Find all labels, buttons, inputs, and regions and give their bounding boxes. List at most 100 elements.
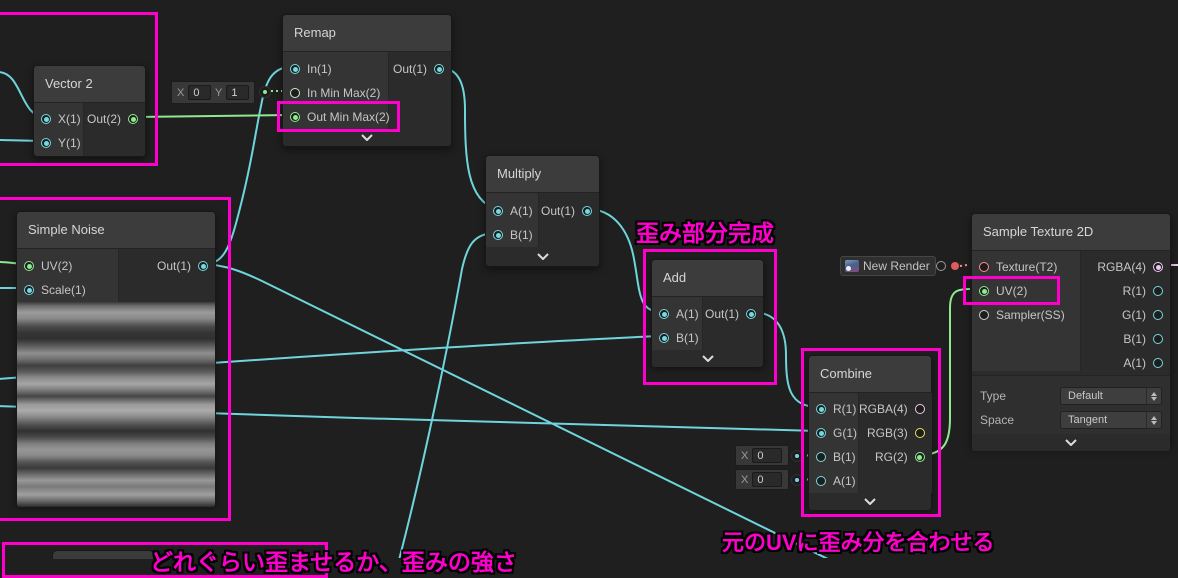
port-multiply-a[interactable] [493,206,503,216]
port-label: Y(1) [58,136,81,150]
port-sample-rgba[interactable] [1153,262,1163,272]
node-multiply-title[interactable]: Multiply [486,156,599,193]
texture-thumbnail-icon [845,260,859,272]
port-remap-in[interactable] [290,64,300,74]
x-value-field[interactable]: 0 [752,472,783,487]
collapse-chevron-icon[interactable] [486,247,599,266]
port-combine-rgba[interactable] [914,404,925,414]
texture-object-field[interactable]: New Render [840,256,936,276]
port-vector2-out[interactable] [128,114,138,124]
port-label: UV(2) [996,284,1028,298]
node-remap-title[interactable]: Remap [283,15,451,52]
port-vector2-y[interactable] [41,138,51,148]
node-combine-title[interactable]: Combine [809,356,931,393]
dropdown-arrows-icon [1146,412,1161,428]
remap-minmax-value-widget[interactable]: X 0 Y 1 [171,81,255,104]
wire-vector2-to-remap-outminmax[interactable] [133,114,290,118]
widget-connector-dot [791,450,803,462]
port-label: Sampler(SS) [996,308,1065,322]
x-label: X [741,473,749,486]
texture-connector-dot [951,262,959,270]
port-label: Out Min Max(2) [307,110,390,124]
port-sample-uv[interactable] [979,286,989,296]
control-space-label: Space [980,413,1015,427]
node-simple-noise-title[interactable]: Simple Noise [17,212,215,249]
port-label: A(1) [1123,356,1146,370]
port-combine-a[interactable] [816,476,826,486]
space-dropdown[interactable]: Tangent [1060,411,1162,429]
annotation-match-original-uv: 元のUVに歪み分を合わせる [722,530,995,555]
port-label: Texture(T2) [996,260,1058,274]
combine-b-value-widget[interactable]: X 0 [735,445,789,466]
node-sample-texture-2d[interactable]: Sample Texture 2D Texture(T2) UV(2) Samp… [971,213,1171,451]
port-sample-b[interactable] [1153,334,1163,344]
port-vector2-x[interactable] [41,114,51,124]
port-label: X(1) [58,112,81,126]
object-picker-icon[interactable] [936,261,946,271]
port-label: A(1) [676,307,699,321]
annotation-distortion-complete: 歪み部分完成 [636,220,774,246]
collapse-chevron-icon[interactable] [972,434,1170,451]
port-combine-b[interactable] [816,452,826,462]
texture-object-name: New Render [863,259,930,273]
port-noise-uv[interactable] [24,261,34,271]
port-label: RGB(3) [867,426,908,440]
widget-connector-dot [259,86,271,98]
combine-a-value-widget[interactable]: X 0 [735,469,789,490]
port-label: Out(1) [704,307,739,321]
collapse-chevron-icon[interactable] [652,350,763,367]
port-sample-texture[interactable] [979,262,989,272]
port-noise-scale[interactable] [24,285,34,295]
port-multiply-out[interactable] [582,206,592,216]
wire-into-multiply-b[interactable] [398,232,497,558]
port-label: RGBA(4) [859,402,908,416]
node-vector2-title[interactable]: Vector 2 [34,66,145,103]
shader-graph-canvas[interactable]: { "annotations": { "distortion_done": "歪… [0,0,1178,578]
port-label: RGBA(4) [1097,260,1146,274]
port-remap-inminmax[interactable] [290,88,300,98]
port-remap-outminmax[interactable] [290,112,300,122]
port-combine-rgb[interactable] [914,428,925,438]
port-label: RG(2) [875,450,908,464]
node-vector2[interactable]: Vector 2 X(1) Y(1) Out(2) [33,65,146,157]
node-add-title[interactable]: Add [652,260,763,297]
port-sample-r[interactable] [1153,286,1163,296]
widget-connector-dot [791,474,803,486]
node-simple-noise[interactable]: Simple Noise UV(2) Scale(1) Out(1) [16,211,216,507]
port-noise-out[interactable] [198,261,208,271]
y-label: Y [215,86,223,99]
x-value-field[interactable]: 0 [752,448,783,463]
annotation-distortion-strength: どれぐらい歪ませるか、歪みの強さ [150,549,517,575]
port-combine-rg[interactable] [914,452,925,462]
port-multiply-b[interactable] [493,230,503,240]
port-add-a[interactable] [659,309,669,319]
type-dropdown-value: Default [1068,390,1103,402]
port-sample-a[interactable] [1153,358,1163,368]
collapse-chevron-icon[interactable] [283,129,451,146]
y-value-field[interactable]: 1 [226,85,249,100]
port-add-b[interactable] [659,333,669,343]
port-combine-r[interactable] [816,404,826,414]
port-label: Out(1) [540,204,575,218]
type-dropdown[interactable]: Default [1060,387,1162,405]
port-label: R(1) [833,402,857,416]
port-remap-out[interactable] [434,64,444,74]
node-add[interactable]: Add A(1) B(1) Out(1) [651,259,764,367]
space-dropdown-value: Tangent [1068,414,1108,426]
node-remap[interactable]: Remap In(1) In Min Max(2) Out Min Max(2)… [282,14,452,147]
node-combine[interactable]: Combine R(1) G(1) B(1) A(1) RGBA(4) RGB(… [808,355,932,510]
node-multiply[interactable]: Multiply A(1) B(1) Out(1) [485,155,600,267]
x-value-field[interactable]: 0 [188,85,211,100]
port-combine-g[interactable] [816,428,826,438]
collapse-chevron-icon[interactable] [809,493,931,510]
port-add-out[interactable] [746,309,756,319]
port-sample-sampler[interactable] [979,310,989,320]
control-type-label: Type [980,389,1007,403]
noise-preview-image [17,302,215,507]
port-label: R(1) [1122,284,1146,298]
port-sample-g[interactable] [1153,310,1163,320]
dropdown-arrows-icon [1146,388,1161,404]
port-label: Out(1) [392,62,427,76]
node-sample-texture-2d-title[interactable]: Sample Texture 2D [972,214,1170,251]
port-label: B(1) [676,331,699,345]
